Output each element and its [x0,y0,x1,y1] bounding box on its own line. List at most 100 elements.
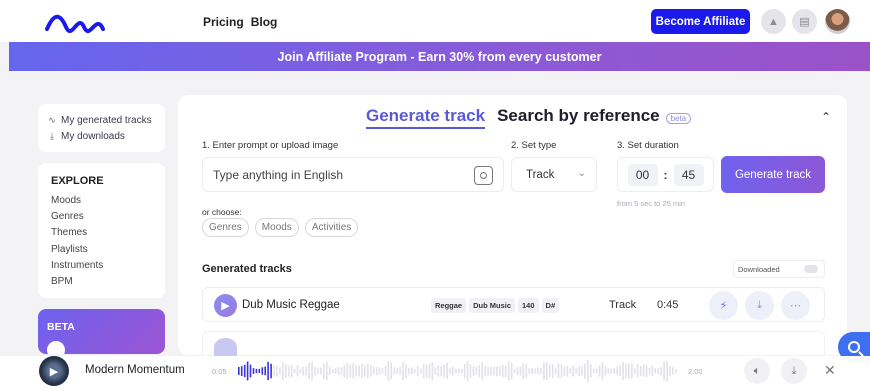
waveform-scrubber[interactable] [238,356,678,386]
chip-genres[interactable]: Genres [202,218,249,237]
waveform-bar [267,361,269,381]
tab-generate-track[interactable]: Generate track [366,106,486,129]
sidebar-item-instruments[interactable]: Instruments [51,260,165,276]
downloaded-filter-label: Downloaded [738,264,780,274]
main-nav: Pricing Blog [203,15,277,29]
nav-blog[interactable]: Blog [251,15,278,29]
prompt-input[interactable] [213,167,453,182]
sidebar-item-downloads[interactable]: ⤓ My downloads [47,128,165,144]
waveform-bar [428,363,431,379]
waveform-bar [510,362,513,380]
waveform-bar [411,367,413,375]
logo-icon[interactable] [44,9,106,35]
lightning-icon[interactable]: ⚡︎ [709,291,738,320]
waveform-bar [334,368,337,374]
table-row[interactable]: ▶ Dub Music Reggae Reggae Dub Music 140 … [202,287,825,322]
duration-seconds-input[interactable]: 45 [673,163,704,186]
waveform-bar [246,361,249,381]
generate-track-button[interactable]: Generate track [721,156,825,193]
type-select[interactable]: Track ⌄ [511,157,597,192]
waveform-bar [507,361,510,381]
table-row[interactable] [202,331,825,356]
downloaded-filter[interactable]: Downloaded [733,260,825,278]
nav-pricing[interactable]: Pricing [203,15,244,29]
waveform-bar [287,365,290,377]
play-icon[interactable] [214,338,237,356]
waveform-bar [399,366,401,376]
tag-key[interactable]: D# [541,298,560,313]
bell-icon[interactable]: ▲ [761,9,786,34]
sidebar-item-playlists[interactable]: Playlists [51,244,165,260]
sidebar-explore: EXPLORE Moods Genres Themes Playlists In… [38,163,165,298]
waveform-bar [587,360,589,382]
sidebar-beta-card[interactable]: BETA [38,309,165,354]
waveform-bar [613,367,616,375]
waveform-bar [639,366,642,376]
image-upload-icon[interactable] [474,166,493,185]
download-icon[interactable]: ⤓ [745,291,774,320]
sidebar-item-bpm[interactable]: BPM [51,276,165,292]
chevron-up-icon[interactable]: ⌃ [819,110,833,124]
chip-moods[interactable]: Moods [254,218,299,237]
waveform-bar [660,366,663,376]
waveform-bar [370,365,372,377]
waveform-bar [675,368,677,374]
avatar[interactable] [825,9,850,34]
waveform-bar [557,363,560,379]
duration-minutes-input[interactable]: 00 [627,163,658,186]
current-time: 0:05 [212,367,227,376]
total-time: 2:00 [688,367,703,376]
or-choose-label: or choose: [202,207,242,217]
waveform-bar [437,365,440,377]
duration-hint: from 5 sec to 25 min [617,199,685,208]
tag-genre[interactable]: Reggae [431,298,467,313]
waveform-bar [666,360,668,382]
affiliate-banner[interactable]: Join Affiliate Program - Earn 30% from e… [9,42,870,71]
sidebar-item-genres[interactable]: Genres [51,211,165,227]
waveform-bar [261,367,264,375]
document-icon[interactable]: ▤ [792,9,817,34]
generator-tabs: Generate track Search by reference beta [366,106,692,129]
waveform-bar [499,366,501,376]
waveform-bar [422,363,425,379]
waveform-bar [625,363,627,379]
volume-icon[interactable]: 🔈︎ [744,358,770,384]
waveform-bar [302,366,305,376]
waveform-bar [364,365,366,377]
waveform-bar [548,364,551,378]
chip-activities[interactable]: Activities [304,218,359,237]
waveform-bar [323,363,325,379]
waveform-bar [657,367,660,375]
play-icon[interactable]: ▶ [214,294,237,317]
downloaded-toggle[interactable] [804,265,818,273]
waveform-bar [240,366,243,376]
waveform-bar [601,362,604,380]
sidebar-item-generated-tracks[interactable]: ∿ My generated tracks [47,112,165,128]
duration-field: 00 : 45 [617,157,714,192]
become-affiliate-button[interactable]: Become Affiliate [651,9,750,34]
sidebar-item-themes[interactable]: Themes [51,227,165,243]
waveform-bar [584,363,586,379]
tab-search-by-reference[interactable]: Search by reference [497,106,660,126]
waveform-bar [346,362,349,380]
waveform-bar [340,367,343,375]
waveform-bar [299,368,302,374]
waveform-bar [645,365,648,377]
more-icon[interactable]: ⋯ [781,291,810,320]
generated-tracks-title: Generated tracks [202,263,292,275]
generator-panel: Generate track Search by reference beta … [178,95,847,356]
waveform-bar [566,365,569,377]
tag-subgenre[interactable]: Dub Music [469,298,516,313]
waveform-bar [551,364,554,378]
download-icon[interactable]: ⤓ [781,358,807,384]
waveform-bar [578,366,580,376]
track-type: Track [609,299,637,311]
close-icon[interactable]: ✕ [824,362,836,379]
waveform-bar [446,362,448,380]
explore-title: EXPLORE [51,175,104,187]
sidebar-item-moods[interactable]: Moods [51,195,165,211]
waveform-bar [569,368,572,374]
tag-bpm[interactable]: 140 [518,298,539,313]
waveform-bar [282,362,284,380]
play-icon[interactable]: ▶ [39,356,69,386]
